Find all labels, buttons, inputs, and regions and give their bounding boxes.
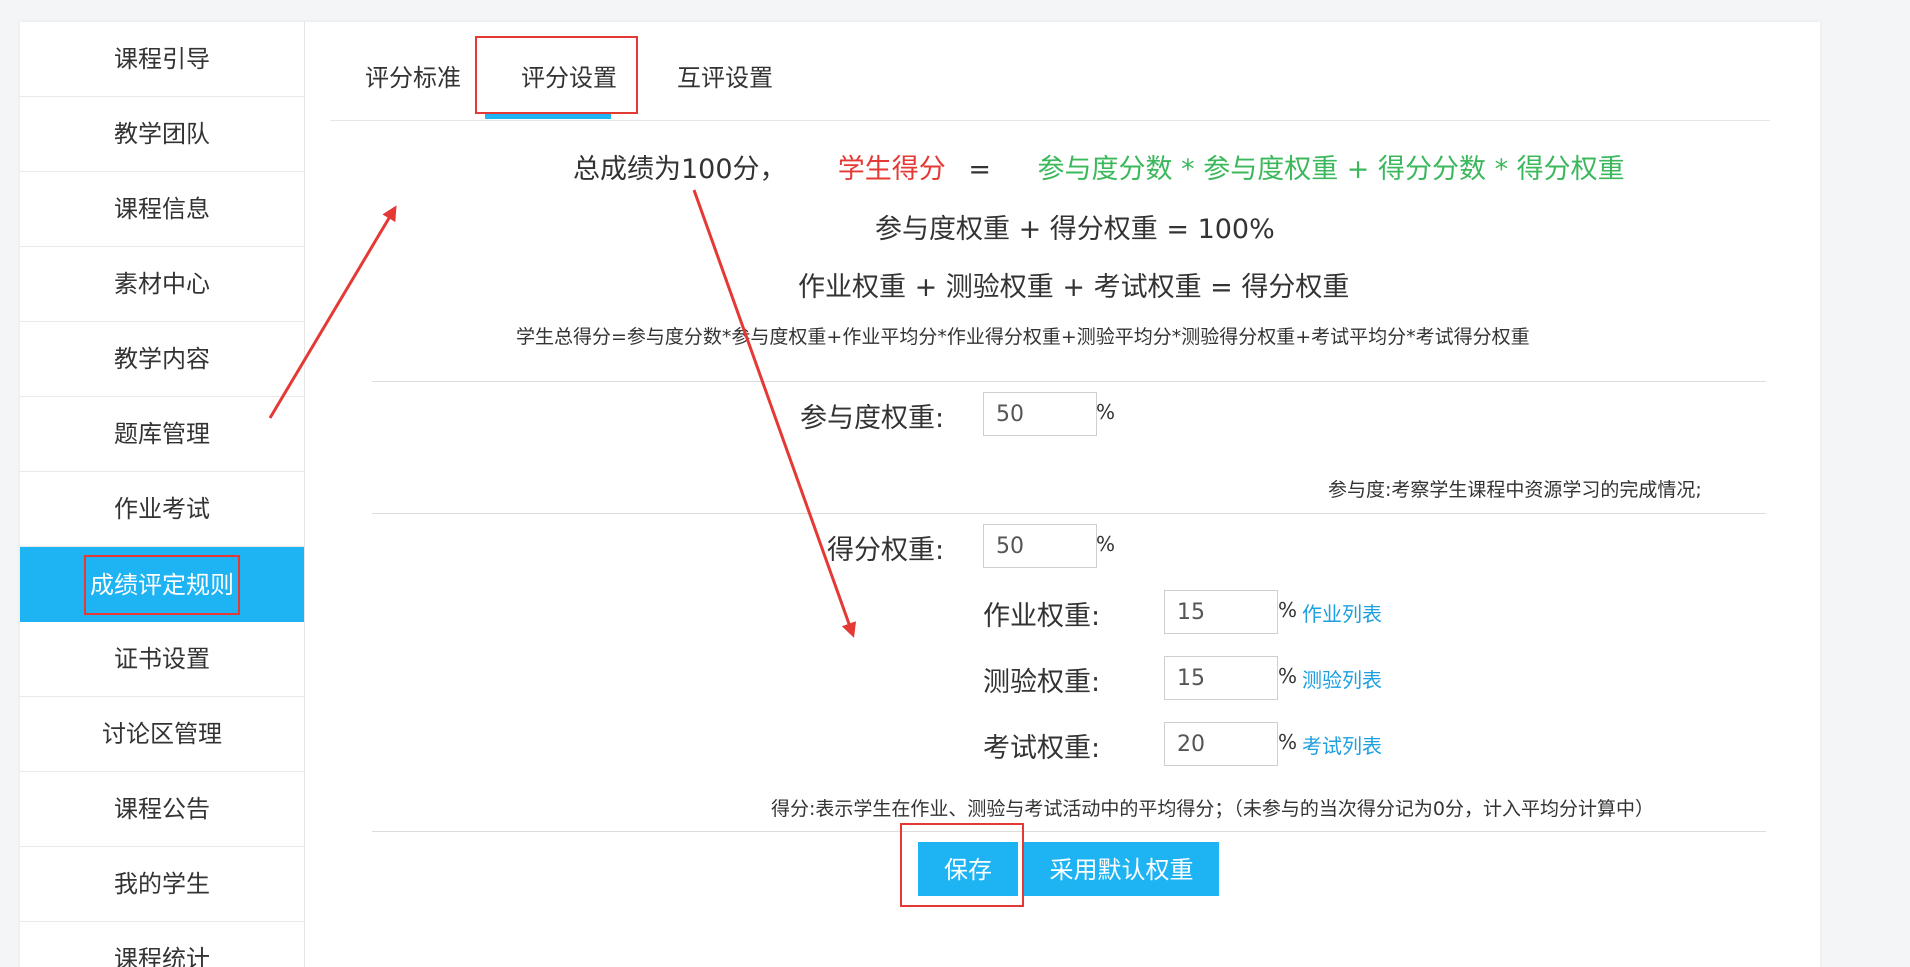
sidebar-item-question-bank[interactable]: 题库管理 [20, 397, 304, 472]
score-note: 得分:表示学生在作业、测验与考试活动中的平均得分；（未参与的当次得分记为0分，计… [771, 798, 1654, 820]
homework-weight-input[interactable] [1164, 590, 1278, 634]
participation-weight-label: 参与度权重: [800, 403, 945, 434]
use-default-weights-button[interactable]: 采用默认权重 [1024, 842, 1219, 896]
sidebar-item-label: 成绩评定规则 [84, 555, 240, 615]
formula-prefix: 总成绩为100分， [573, 154, 787, 185]
annotation-box [900, 823, 1024, 907]
sidebar-item-label: 课程信息 [114, 195, 210, 223]
divider [372, 381, 1766, 382]
divider [372, 831, 1766, 832]
exam-weight-label: 考试权重: [983, 733, 1101, 764]
score-weight-label: 得分权重: [827, 535, 945, 566]
divider [372, 513, 1766, 514]
formula-line-2: 参与度权重 + 得分权重 = 100% [875, 214, 1275, 245]
sidebar-item-label: 题库管理 [114, 420, 210, 448]
quiz-weight-input[interactable] [1164, 656, 1278, 700]
homework-list-link[interactable]: 作业列表 [1302, 598, 1382, 627]
sidebar-item-discussion[interactable]: 讨论区管理 [20, 697, 304, 772]
sidebar-item-label: 我的学生 [114, 870, 210, 898]
quiz-weight-label: 测验权重: [983, 667, 1101, 698]
percent-unit: % [1278, 730, 1298, 754]
sidebar-item-certificate[interactable]: 证书设置 [20, 622, 304, 697]
tab-grading-standard[interactable]: 评分标准 [355, 28, 471, 120]
formula-student-score: 学生得分 [837, 154, 946, 185]
sidebar-item-course-stats[interactable]: 课程统计 [20, 922, 304, 967]
sidebar-item-label: 课程公告 [114, 795, 210, 823]
participation-weight-input[interactable] [983, 392, 1097, 436]
formula-equals: = [968, 154, 991, 185]
percent-unit: % [1278, 664, 1298, 688]
sidebar-item-label: 教学内容 [114, 345, 210, 373]
tab-peer-review-settings[interactable]: 互评设置 [667, 28, 783, 120]
formula-line-3: 作业权重 + 测验权重 + 考试权重 = 得分权重 [798, 272, 1350, 303]
score-weight-input[interactable] [983, 524, 1097, 568]
exam-list-link[interactable]: 考试列表 [1302, 730, 1382, 759]
sidebar-item-announcements[interactable]: 课程公告 [20, 772, 304, 847]
percent-unit: % [1278, 598, 1298, 622]
sidebar-item-grading-rules[interactable]: 成绩评定规则 [20, 547, 304, 622]
sidebar-item-label: 作业考试 [114, 495, 210, 523]
sidebar-item-my-students[interactable]: 我的学生 [20, 847, 304, 922]
sidebar-item-label: 教学团队 [114, 120, 210, 148]
annotation-box [475, 36, 638, 114]
sidebar-item-label: 课程引导 [114, 45, 210, 73]
sidebar: 课程引导 教学团队 课程信息 素材中心 教学内容 题库管理 作业考试 成绩评定规… [20, 22, 305, 967]
sidebar-item-label: 课程统计 [114, 945, 210, 967]
sidebar-item-course-guide[interactable]: 课程引导 [20, 22, 304, 97]
participation-note: 参与度:考察学生课程中资源学习的完成情况; [1328, 479, 1702, 501]
sidebar-item-material-center[interactable]: 素材中心 [20, 247, 304, 322]
percent-unit: % [1096, 400, 1116, 424]
sidebar-item-teaching-content[interactable]: 教学内容 [20, 322, 304, 397]
formula-line-4: 学生总得分=参与度分数*参与度权重+作业平均分*作业得分权重+测验平均分*测验得… [516, 326, 1530, 348]
sidebar-item-teaching-team[interactable]: 教学团队 [20, 97, 304, 172]
sidebar-item-course-info[interactable]: 课程信息 [20, 172, 304, 247]
sidebar-item-homework-exam[interactable]: 作业考试 [20, 472, 304, 547]
sidebar-item-label: 讨论区管理 [102, 720, 222, 748]
sidebar-item-label: 证书设置 [114, 645, 210, 673]
homework-weight-label: 作业权重: [983, 601, 1101, 632]
percent-unit: % [1096, 532, 1116, 556]
formula-expression: 参与度分数 * 参与度权重 + 得分分数 * 得分权重 [1037, 154, 1625, 185]
quiz-list-link[interactable]: 测验列表 [1302, 664, 1382, 693]
formula-line-1: 总成绩为100分， 学生得分 = 参与度分数 * 参与度权重 + 得分分数 * … [573, 147, 1625, 186]
sidebar-item-label: 素材中心 [114, 270, 210, 298]
exam-weight-input[interactable] [1164, 722, 1278, 766]
